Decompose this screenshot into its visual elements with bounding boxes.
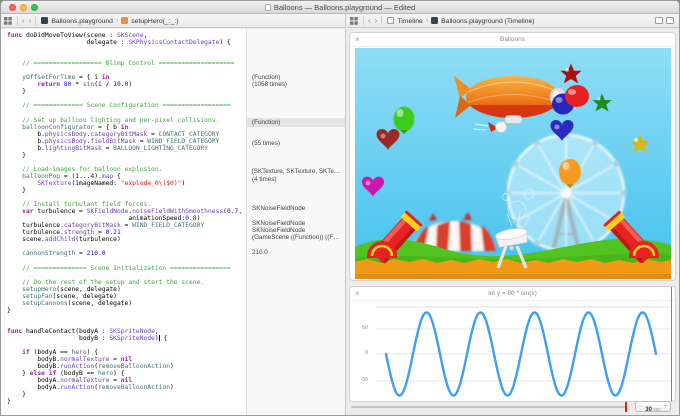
playground-file-icon <box>431 17 438 24</box>
breadcrumb-group[interactable]: Timeline <box>387 17 422 25</box>
duration-increase-button[interactable]: + <box>663 404 667 410</box>
gondola <box>505 116 522 124</box>
breadcrumb-symbol[interactable]: setupHero(_:_:) <box>121 17 178 25</box>
close-icon[interactable]: × <box>355 287 360 301</box>
duration-decrease-button[interactable]: − <box>639 404 643 410</box>
chart-title: let y = 80 * sin(x) <box>488 290 537 297</box>
back-button[interactable]: ‹ <box>366 16 373 25</box>
result-item[interactable]: (4 times) <box>247 175 345 184</box>
result-item[interactable]: (55 times) <box>247 139 345 148</box>
scrubber-position-marker[interactable] <box>625 402 627 412</box>
related-items-icon[interactable] <box>350 17 358 25</box>
timeline-pane: × Balloons <box>347 29 679 415</box>
forward-button[interactable]: › <box>27 16 34 25</box>
timeline-playhead[interactable] <box>671 287 673 401</box>
timeline-icon <box>387 17 394 24</box>
sine-plot: 50 0 -50 <box>350 301 675 401</box>
assistant-jump-bar: ‹ › Timeline › Balloons.playground (Time… <box>347 14 679 28</box>
main-content: func doDidMoveToView(scene : SKScene, de… <box>1 29 679 415</box>
breadcrumb-file[interactable]: Balloons.playground <box>41 17 113 25</box>
y-tick-label: 0 <box>352 350 368 356</box>
divider <box>17 16 18 25</box>
close-assistant-editor-button[interactable] <box>666 17 674 24</box>
close-icon[interactable]: × <box>355 33 360 47</box>
live-view-card: × Balloons <box>349 32 676 281</box>
related-items-icon[interactable] <box>4 17 12 25</box>
result-item[interactable]: 210.0 <box>247 248 345 257</box>
breadcrumb-separator: › <box>426 17 428 24</box>
balloons-scene-svg <box>355 48 671 279</box>
scrubber-track[interactable] <box>351 406 627 408</box>
balloon-red <box>565 85 589 107</box>
code-lines: func doDidMoveToView(scene : SKScene, de… <box>1 29 246 405</box>
source-editor[interactable]: func doDidMoveToView(scene : SKScene, de… <box>1 29 246 415</box>
duration-stepper: − 30sec + <box>635 401 671 412</box>
result-item[interactable]: (Function) <box>247 118 345 127</box>
divider <box>381 16 382 25</box>
chart-header: × let y = 80 * sin(x) <box>350 287 675 301</box>
y-tick-label: -50 <box>352 377 368 383</box>
y-tick-label: 50 <box>352 325 368 331</box>
assistant-editor-buttons <box>652 17 674 24</box>
result-item[interactable]: (1058 times) <box>247 80 345 89</box>
playground-file-icon <box>41 17 48 24</box>
forward-button[interactable]: › <box>373 16 380 25</box>
timeline-scrubber-bar: − 30sec + <box>347 399 679 415</box>
result-item[interactable]: SKNoiseFieldNode <box>247 204 345 213</box>
live-view-title: Balloons <box>500 36 525 43</box>
duration-value: 30sec <box>645 398 660 416</box>
proxy-document-icon <box>265 4 271 11</box>
breadcrumb-separator: › <box>116 17 118 24</box>
result-item[interactable]: (GameScene ((Function)) ((F… <box>247 233 345 242</box>
xcode-playground-window: Balloons — Balloons.playground — Edited … <box>0 0 680 416</box>
spritekit-scene <box>355 48 671 279</box>
editor-jump-bar: ‹ › Balloons.playground › setupHero(_:_:… <box>1 14 346 28</box>
breadcrumb-file[interactable]: Balloons.playground (Timeline) <box>431 17 534 25</box>
chart-card: × let y = 80 * sin(x) 50 0 -50 <box>349 286 676 402</box>
divider <box>363 16 364 25</box>
ground-shadow <box>355 274 671 279</box>
live-view-header: × Balloons <box>350 33 675 47</box>
results-sidebar: (Function)(1058 times)(Function)(55 time… <box>246 29 346 415</box>
back-button[interactable]: ‹ <box>20 16 27 25</box>
sine-plot-svg <box>350 301 675 401</box>
divider <box>35 16 36 25</box>
function-symbol-icon <box>121 17 128 24</box>
window-title: Balloons — Balloons.playground — Edited <box>1 3 679 12</box>
add-assistant-editor-button[interactable] <box>655 17 663 24</box>
title-bar: Balloons — Balloons.playground — Edited <box>1 1 679 14</box>
